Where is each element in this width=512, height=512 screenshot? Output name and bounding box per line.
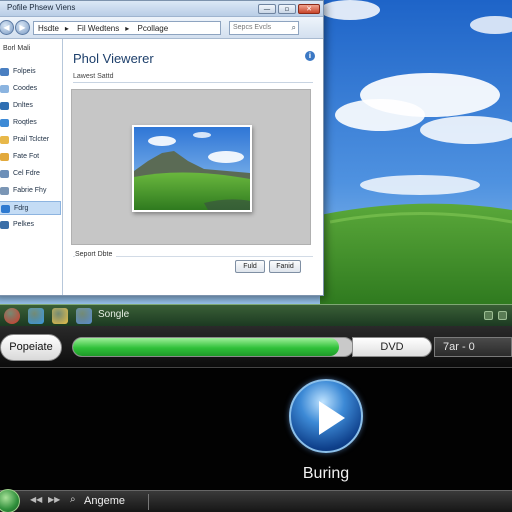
sidebar-item-label: Dnltes <box>13 102 33 109</box>
maximize-button[interactable]: ▫ <box>278 4 296 14</box>
bottom-bar-label[interactable]: Angeme <box>84 495 125 507</box>
play-button[interactable] <box>289 379 363 453</box>
window-titlebar[interactable]: Pofile Phsew Viens — ▫ ✕ <box>0 1 323 17</box>
sidebar-item[interactable]: Roqtles <box>0 116 61 130</box>
navigation-pane: Borl Mali Folpeis Coodes Dnltes Roqtles Prai… <box>0 39 63 295</box>
populate-button[interactable]: Popeiate <box>0 334 62 361</box>
search-icon[interactable]: ⌕ <box>292 23 296 33</box>
sidebar-item[interactable]: Dnltes <box>0 99 61 113</box>
play-icon <box>319 401 345 435</box>
folder-icon <box>0 136 9 144</box>
start-orb-icon[interactable] <box>0 489 20 512</box>
sidebar-item[interactable]: Coodes <box>0 82 61 96</box>
progress-bar[interactable] <box>72 337 354 357</box>
bird-icon[interactable] <box>28 308 44 324</box>
sidebar-item-label: Roqtles <box>13 119 37 126</box>
taskbar-app-label[interactable]: Songle <box>98 309 129 320</box>
fuld-button[interactable]: Fuld <box>235 260 265 273</box>
fast-forward-icon[interactable]: ▶▶ <box>48 495 60 504</box>
info-icon[interactable]: i <box>305 51 315 61</box>
computer-icon <box>0 221 9 229</box>
section-label: Lawest Sattd <box>73 73 118 80</box>
content-pane: Phol Viewerer i Lawest Sattd Seport Dbte… <box>63 39 323 295</box>
rewind-icon[interactable]: ◀◀ <box>30 495 42 504</box>
sidebar-item-label: Pelkes <box>13 221 35 228</box>
sidebar-item[interactable]: Fdrg <box>0 201 61 215</box>
sidebar-item-label: Coodes <box>13 85 38 92</box>
search-icon[interactable]: ⌕ <box>70 494 76 505</box>
player-control-strip: Popeiate DVD 7ar - 0 <box>0 326 512 368</box>
progress-fill <box>73 338 339 356</box>
counter-field[interactable]: 7ar - 0 <box>434 337 512 357</box>
status-text: Buring <box>302 465 350 482</box>
sidebar-item-label: Fate Fot <box>13 153 40 160</box>
sidebar-item-label: Folpeis <box>13 68 36 75</box>
window-title: Pofile Phsew Viens <box>7 3 76 12</box>
divider <box>73 82 313 83</box>
tray-icon[interactable] <box>484 311 493 320</box>
chevron-right-icon: ▸ <box>125 24 130 33</box>
taskbar: Songle <box>0 304 512 326</box>
footer-label: Seport Dbte <box>75 251 117 258</box>
back-icon[interactable]: ◀ <box>0 20 14 35</box>
picture-folder-icon <box>0 68 9 76</box>
sidebar-item[interactable]: Pelkes <box>0 218 61 232</box>
divider <box>148 494 149 510</box>
drive-icon <box>0 187 9 195</box>
drive-icon <box>0 170 9 178</box>
forward-icon[interactable]: ▶ <box>15 20 30 35</box>
photo-thumbnail[interactable] <box>132 125 252 212</box>
fanid-button[interactable]: Fanid <box>269 260 301 273</box>
folder-icon[interactable] <box>52 308 68 324</box>
sidebar-header: Borl Mali <box>3 45 31 52</box>
address-toolbar: ◀ ▶ Hsdte ▸ Fil Wedtens ▸ Pcollage Sepcs E… <box>0 17 323 39</box>
document-icon <box>0 85 9 93</box>
sidebar-item[interactable]: Fabrie Fhy <box>0 184 61 198</box>
breadcrumb-item[interactable]: Pcollage <box>138 24 169 33</box>
sidebar-item-label: Prail Tclcter <box>13 136 50 143</box>
tray-icon[interactable] <box>498 311 507 320</box>
folder-icon <box>0 153 9 161</box>
breadcrumb[interactable]: Hsdte ▸ Fil Wedtens ▸ Pcollage <box>33 21 221 35</box>
browser-icon[interactable] <box>4 308 20 324</box>
sidebar-item[interactable]: Prail Tclcter <box>0 133 61 147</box>
explorer-window: Pofile Phsew Viens — ▫ ✕ ◀ ▶ Hsdte ▸ Fil … <box>0 0 324 296</box>
close-button[interactable]: ✕ <box>298 4 320 14</box>
page-title: Phol Viewerer <box>73 51 154 66</box>
bottom-bar: ◀◀ ▶▶ ⌕ Angeme <box>0 489 512 512</box>
photo-app-icon[interactable] <box>76 308 92 324</box>
library-icon <box>0 119 9 127</box>
player-area: Buring <box>0 369 512 490</box>
chevron-right-icon: ▸ <box>64 24 69 33</box>
globe-icon <box>1 205 10 213</box>
sidebar-item-label: Cel Fdre <box>13 170 40 177</box>
search-input[interactable]: Sepcs Evcls ⌕ <box>229 21 299 35</box>
minimize-button[interactable]: — <box>258 4 276 14</box>
network-icon <box>0 102 9 110</box>
sidebar-item[interactable]: Fate Fot <box>0 150 61 164</box>
search-placeholder: Sepcs Evcls <box>233 24 272 31</box>
preview-pane <box>71 89 311 245</box>
sidebar-item[interactable]: Cel Fdre <box>0 167 61 181</box>
breadcrumb-item[interactable]: Hsdte <box>38 24 59 33</box>
sidebar-item-label: Fdrg <box>14 205 29 212</box>
dvd-selector[interactable]: DVD <box>352 337 432 357</box>
sidebar-item-label: Fabrie Fhy <box>13 187 47 194</box>
breadcrumb-item[interactable]: Fil Wedtens <box>77 24 119 33</box>
sidebar-item[interactable]: Folpeis <box>0 65 61 79</box>
